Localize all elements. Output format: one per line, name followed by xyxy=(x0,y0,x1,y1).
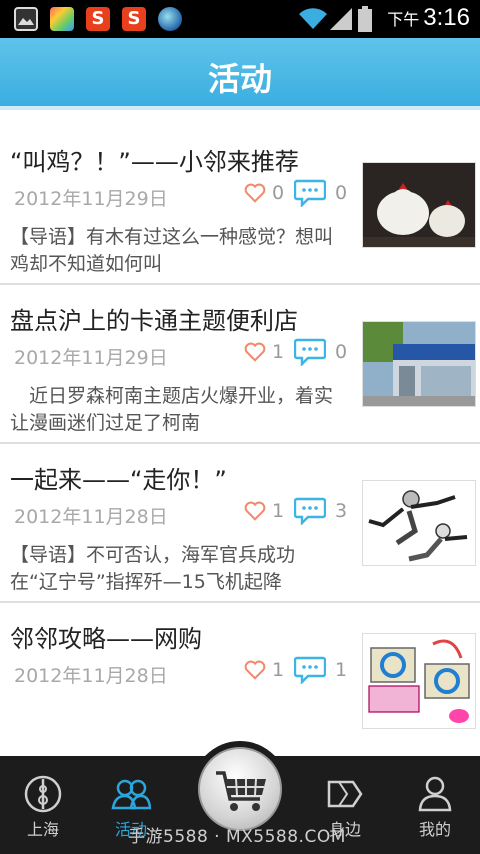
comment-icon[interactable] xyxy=(294,338,326,366)
list-item[interactable]: 一起来——“走你！” 2012年11月28日 1 3 【导语】不可否认，海军官兵… xyxy=(0,444,480,603)
article-thumbnail[interactable] xyxy=(362,633,476,729)
article-thumbnail[interactable] xyxy=(362,480,476,566)
heart-icon[interactable] xyxy=(244,659,266,681)
people-icon xyxy=(111,779,151,810)
nav-item-mine[interactable]: 我的 xyxy=(392,756,478,854)
clock-period: 下午 xyxy=(387,12,420,29)
like-count: 1 xyxy=(272,659,285,681)
comment-icon[interactable] xyxy=(294,656,326,684)
comment-count: 0 xyxy=(335,182,348,204)
article-date: 2012年11月28日 xyxy=(14,665,168,687)
nav-label: 上海 xyxy=(26,820,59,839)
comment-icon[interactable] xyxy=(294,179,326,207)
article-title: 盘点沪上的卡通主题便利店 xyxy=(10,307,298,335)
article-date: 2012年11月28日 xyxy=(14,506,168,528)
sogou-icon: S xyxy=(122,7,146,31)
header-bar: 活动 xyxy=(0,38,480,110)
article-date: 2012年11月29日 xyxy=(14,347,168,369)
heart-icon[interactable] xyxy=(244,341,266,363)
article-summary: 近日罗森柯南主题店火爆开业，着实让漫画迷们过足了柯南 xyxy=(10,385,334,434)
like-count: 1 xyxy=(272,500,285,522)
image-icon xyxy=(14,7,38,31)
app-icon xyxy=(50,7,74,31)
nav-item-shanghai[interactable]: 上海 xyxy=(0,756,86,854)
article-summary: 【导语】有木有过这么一种感觉？想叫鸡却不知道如何叫 xyxy=(10,226,334,275)
article-date: 2012年11月29日 xyxy=(14,188,168,210)
user-icon xyxy=(418,776,452,812)
globe-icon xyxy=(158,7,182,31)
article-title: 一起来——“走你！” xyxy=(10,466,227,494)
list-item[interactable]: 盘点沪上的卡通主题便利店 2012年11月29日 1 0 近日罗森柯南主题店火爆… xyxy=(0,285,480,444)
like-count: 0 xyxy=(272,182,285,204)
clock-time: 3:16 xyxy=(423,4,470,31)
comment-count: 3 xyxy=(335,500,348,522)
article-title: 邻邻攻略——网购 xyxy=(10,625,202,653)
clock: 下午 3:16 xyxy=(387,4,470,32)
article-thumbnail[interactable] xyxy=(362,162,476,248)
cart-button-face xyxy=(198,747,282,831)
nav-label: 我的 xyxy=(418,820,451,839)
comment-count: 1 xyxy=(335,659,348,681)
like-count: 1 xyxy=(272,341,285,363)
article-title: “叫鸡？！”——小邻来推荐 xyxy=(10,148,299,176)
comment-count: 0 xyxy=(335,341,348,363)
map-icon xyxy=(327,780,363,808)
article-list: “叫鸡？！”——小邻来推荐 2012年11月29日 0 0 【导语】有木有过这么… xyxy=(0,126,480,762)
article-thumbnail[interactable] xyxy=(362,321,476,407)
cart-icon xyxy=(216,771,266,811)
wifi-icon xyxy=(299,8,327,29)
article-summary: 【导语】不可否认，海军官兵成功在“辽宁号”指挥歼—15飞机起降 xyxy=(10,544,296,593)
watermark: 手游5588 · MX5588.COM xyxy=(128,827,346,847)
shanghai-tower-icon xyxy=(24,775,62,813)
status-bar: S S 下午 3:16 xyxy=(0,0,480,38)
heart-icon[interactable] xyxy=(244,182,266,204)
page-title: 活动 xyxy=(207,60,272,98)
signal-icon xyxy=(330,8,352,30)
sogou-icon: S xyxy=(86,7,110,31)
list-item[interactable]: 邻邻攻略——网购 2012年11月28日 1 1 xyxy=(0,603,480,762)
list-item[interactable]: “叫鸡？！”——小邻来推荐 2012年11月29日 0 0 【导语】有木有过这么… xyxy=(0,126,480,285)
heart-icon[interactable] xyxy=(244,500,266,522)
comment-icon[interactable] xyxy=(294,497,326,525)
battery-icon xyxy=(358,6,372,32)
